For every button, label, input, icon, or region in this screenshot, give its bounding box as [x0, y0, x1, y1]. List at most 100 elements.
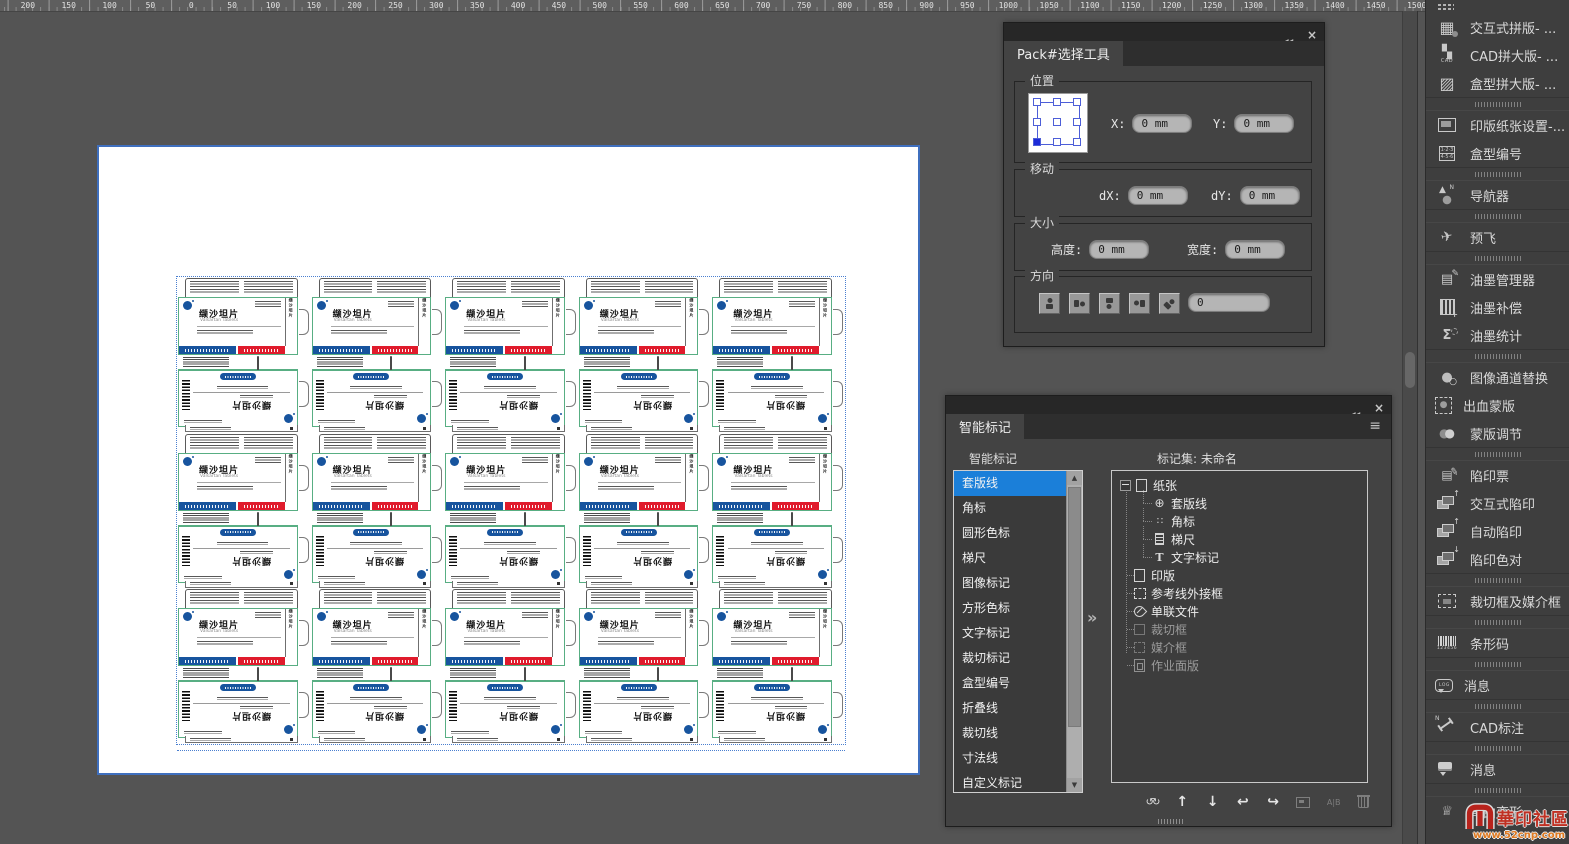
imposition-artwork-selection[interactable]: 缬沙坦片 Valsartan Tablets 缬沙坦片 缬沙坦片 缬沙坦片 Va… — [176, 276, 846, 751]
sidebar-item[interactable]: 盒型拼大版- ... — [1426, 69, 1569, 97]
tree-item[interactable]: 作业面版 — [1117, 656, 1367, 674]
anchor-handle[interactable] — [1053, 98, 1061, 106]
panel-menu-icon[interactable] — [1369, 418, 1381, 434]
move-down-icon[interactable] — [1203, 792, 1223, 812]
smart-mark-item[interactable]: 自定义标记 — [954, 771, 1066, 792]
sidebar-group-separator[interactable] — [1426, 783, 1569, 797]
box-dieline-unit[interactable]: 缬沙坦片 Valsartan Tablets 缬沙坦片 缬沙坦片 — [444, 588, 578, 744]
orient-0-icon[interactable] — [1039, 293, 1060, 314]
sidebar-group-separator[interactable] — [1426, 251, 1569, 265]
tree-item[interactable]: 纸张 — [1117, 476, 1367, 494]
smart-mark-item[interactable]: 裁切标记 — [954, 646, 1066, 671]
refresh-icon[interactable] — [1142, 792, 1162, 812]
orient-270-icon[interactable] — [1129, 293, 1150, 314]
box-dieline-unit[interactable]: 缬沙坦片 Valsartan Tablets 缬沙坦片 缬沙坦片 — [177, 277, 311, 433]
box-dieline-unit[interactable]: 缬沙坦片 Valsartan Tablets 缬沙坦片 缬沙坦片 — [711, 433, 845, 589]
box-dieline-unit[interactable]: 缬沙坦片 Valsartan Tablets 缬沙坦片 缬沙坦片 — [311, 588, 445, 744]
sidebar-group-separator[interactable] — [1426, 573, 1569, 587]
scroll-up-icon[interactable]: ▲ — [1067, 471, 1082, 485]
box-dieline-unit[interactable]: 缬沙坦片 Valsartan Tablets 缬沙坦片 缬沙坦片 — [711, 588, 845, 744]
anchor-point-selector[interactable] — [1028, 93, 1088, 153]
orient-free-icon[interactable] — [1159, 293, 1180, 314]
sidebar-group-separator[interactable] — [1426, 741, 1569, 755]
list-scrollbar-thumb[interactable] — [1068, 487, 1081, 727]
orient-90-icon[interactable] — [1069, 293, 1090, 314]
sidebar-item[interactable]: 盒型编号 — [1426, 139, 1569, 167]
sidebar-item[interactable]: ↑ 交互式陷印 — [1426, 489, 1569, 517]
sidebar-item[interactable]: 印版纸张设置-... — [1426, 111, 1569, 139]
box-dieline-unit[interactable]: 缬沙坦片 Valsartan Tablets 缬沙坦片 缬沙坦片 — [711, 277, 845, 433]
sidebar-group-separator[interactable] — [1426, 447, 1569, 461]
sidebar-item[interactable]: 消息 — [1426, 671, 1569, 699]
height-input[interactable]: 0 mm — [1089, 240, 1150, 259]
anchor-handle-selected[interactable] — [1033, 138, 1041, 146]
sidebar-group-separator[interactable] — [1426, 209, 1569, 223]
box-dieline-unit[interactable]: 缬沙坦片 Valsartan Tablets 缬沙坦片 缬沙坦片 — [177, 588, 311, 744]
sidebar-group-separator[interactable] — [1426, 657, 1569, 671]
smart-mark-item[interactable]: 梯尺 — [954, 546, 1066, 571]
smart-mark-item[interactable]: 裁切线 — [954, 721, 1066, 746]
sidebar-group-separator[interactable] — [1426, 97, 1569, 111]
panel-resize-grip[interactable] — [1158, 819, 1184, 824]
tree-item[interactable]: 梯尺 — [1117, 526, 1367, 548]
smart-mark-item[interactable]: 图像标记 — [954, 571, 1066, 596]
collapse-panel-icon[interactable] — [1351, 401, 1365, 409]
smart-mark-item[interactable]: 套版线 — [954, 471, 1066, 496]
sidebar-group-separator[interactable] — [1426, 699, 1569, 713]
anchor-handle[interactable] — [1053, 138, 1061, 146]
sidebar-group-separator[interactable] — [1426, 615, 1569, 629]
sidebar-item[interactable]: CAD标注 — [1426, 713, 1569, 741]
tab-pack-select-tool[interactable]: Pack#选择工具 — [1004, 41, 1123, 66]
artboard[interactable]: 缬沙坦片 Valsartan Tablets 缬沙坦片 缬沙坦片 缬沙坦片 Va… — [97, 145, 920, 775]
scroll-down-icon[interactable]: ▼ — [1067, 778, 1082, 792]
box-dieline-unit[interactable]: 缬沙坦片 Valsartan Tablets 缬沙坦片 缬沙坦片 — [578, 277, 712, 433]
sidebar-item[interactable]: 交互式拼版- ... — [1426, 13, 1569, 41]
redo-arrow-icon[interactable] — [1263, 792, 1283, 812]
width-input[interactable]: 0 mm — [1225, 240, 1286, 259]
smart-mark-item[interactable]: 角标 — [954, 496, 1066, 521]
y-input[interactable]: 0 mm — [1234, 114, 1295, 133]
collapse-panel-icon[interactable] — [1284, 28, 1298, 36]
box-dieline-unit[interactable]: 缬沙坦片 Valsartan Tablets 缬沙坦片 缬沙坦片 — [177, 433, 311, 589]
anchor-handle[interactable] — [1033, 118, 1041, 126]
sidebar-item[interactable]: 导航器 — [1426, 181, 1569, 209]
anchor-handle[interactable] — [1033, 98, 1041, 106]
smart-mark-item[interactable]: 寸法线 — [954, 746, 1066, 771]
tree-item[interactable]: 参考线外接框 — [1117, 584, 1367, 602]
sidebar-item[interactable]: 裁切框及媒介框 — [1426, 587, 1569, 615]
anchor-handle[interactable] — [1053, 118, 1061, 126]
undo-arrow-icon[interactable] — [1233, 792, 1253, 812]
smart-mark-item[interactable]: 圆形色标 — [954, 521, 1066, 546]
box-dieline-unit[interactable]: 缬沙坦片 Valsartan Tablets 缬沙坦片 缬沙坦片 — [444, 433, 578, 589]
smart-mark-item[interactable]: 折叠线 — [954, 696, 1066, 721]
list-scrollbar[interactable]: ▲ ▼ — [1066, 471, 1082, 792]
sidebar-item[interactable]: CAD拼大版- ... — [1426, 41, 1569, 69]
tree-expander-icon[interactable] — [1120, 479, 1131, 491]
sidebar-group-separator[interactable] — [1426, 349, 1569, 363]
tree-item[interactable]: 印版 — [1117, 566, 1367, 584]
tree-item[interactable]: 单联文件 — [1117, 602, 1367, 620]
box-dieline-unit[interactable]: 缬沙坦片 Valsartan Tablets 缬沙坦片 缬沙坦片 — [311, 433, 445, 589]
anchor-handle[interactable] — [1073, 138, 1081, 146]
sidebar-item[interactable]: 油墨补偿 — [1426, 293, 1569, 321]
smart-mark-item[interactable]: 盒型编号 — [954, 671, 1066, 696]
smart-mark-item[interactable]: 方形色标 — [954, 596, 1066, 621]
smart-mark-item[interactable]: 文字标记 — [954, 621, 1066, 646]
anchor-handle[interactable] — [1073, 118, 1081, 126]
vertical-scrollbar[interactable] — [1402, 11, 1418, 844]
dy-input[interactable]: 0 mm — [1239, 186, 1300, 205]
tree-item[interactable]: 裁切框 — [1117, 620, 1367, 638]
add-mark-chevron-icon[interactable]: » — [1087, 608, 1097, 627]
sidebar-item[interactable]: 条形码 — [1426, 629, 1569, 657]
sidebar-item[interactable]: 图像通道替换 — [1426, 363, 1569, 391]
sidebar-item[interactable]: 消息 — [1426, 755, 1569, 783]
box-dieline-unit[interactable]: 缬沙坦片 Valsartan Tablets 缬沙坦片 缬沙坦片 — [311, 277, 445, 433]
tab-smart-marks[interactable]: 智能标记 — [946, 414, 1025, 439]
sidebar-group-separator[interactable] — [1426, 167, 1569, 181]
orient-180-icon[interactable] — [1099, 293, 1120, 314]
dx-input[interactable]: 0 mm — [1127, 186, 1188, 205]
direction-input[interactable]: 0 — [1188, 293, 1270, 312]
sidebar-item[interactable]: 油墨统计 — [1426, 321, 1569, 349]
sidebar-item[interactable]: 蒙版调节 — [1426, 419, 1569, 447]
sidebar-item[interactable]: 出血蒙版 — [1426, 391, 1569, 419]
